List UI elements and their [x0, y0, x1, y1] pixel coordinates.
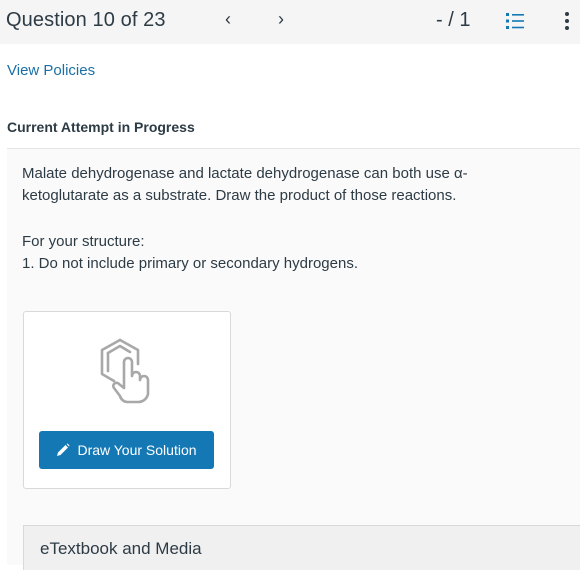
view-policies-link[interactable]: View Policies: [7, 62, 95, 79]
etextbook-media-section[interactable]: eTextbook and Media: [23, 525, 580, 570]
structure-instructions-heading: For your structure:: [22, 233, 145, 250]
question-text-line: ketoglutarate as a substrate. Draw the p…: [22, 187, 457, 204]
draw-your-solution-button[interactable]: Draw Your Solution: [39, 431, 214, 469]
next-question-button[interactable]: ›: [272, 9, 290, 33]
pencil-icon: [57, 443, 70, 456]
chevron-left-icon: ‹: [225, 9, 231, 29]
structure-instruction-item: 1. Do not include primary or secondary h…: [22, 255, 359, 272]
draw-structure-icon: [92, 332, 164, 404]
question-text-line: Malate dehydrogenase and lactate dehydro…: [22, 165, 468, 182]
draw-button-label: Draw Your Solution: [77, 442, 197, 458]
etextbook-media-label: eTextbook and Media: [40, 539, 202, 558]
question-header: Question 10 of 23 ‹ › - / 1: [0, 0, 580, 44]
question-score: - / 1: [436, 9, 471, 31]
kebab-menu-icon[interactable]: [562, 10, 572, 32]
previous-question-button[interactable]: ‹: [219, 9, 237, 33]
attempt-heading: Current Attempt in Progress: [7, 119, 195, 135]
chevron-right-icon: ›: [278, 9, 284, 29]
question-counter: Question 10 of 23: [6, 9, 166, 31]
numbered-list-icon[interactable]: [505, 11, 525, 31]
